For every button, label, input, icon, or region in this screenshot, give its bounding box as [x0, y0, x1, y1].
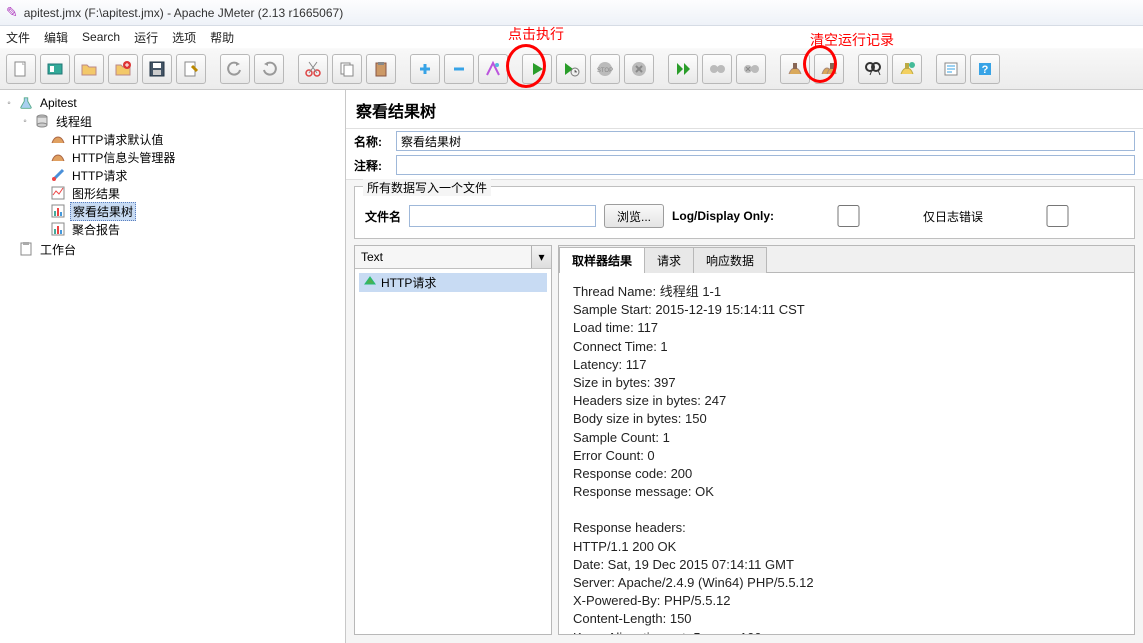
clear-button[interactable] — [780, 54, 810, 84]
stop-button[interactable]: STOP — [590, 54, 620, 84]
shutdown-button[interactable] — [624, 54, 654, 84]
close-button[interactable] — [108, 54, 138, 84]
cut-button[interactable] — [298, 54, 328, 84]
comment-label: 注释: — [354, 157, 390, 174]
tree-item[interactable]: HTTP信息头管理器 — [2, 148, 343, 166]
remote-shutdown-button[interactable] — [736, 54, 766, 84]
redo-button[interactable] — [254, 54, 284, 84]
only-errors-checkbox[interactable] — [782, 205, 915, 227]
file-label: 文件名 — [365, 208, 401, 225]
comment-input[interactable] — [396, 155, 1135, 175]
titlebar: ✎ apitest.jmx (F:\apitest.jmx) - Apache … — [0, 0, 1143, 26]
tree-label: Apitest — [38, 96, 79, 110]
start-no-timers-button[interactable] — [556, 54, 586, 84]
result-item-label: HTTP请求 — [381, 274, 436, 291]
results-tree: ▾ HTTP请求 — [354, 245, 552, 635]
item-icon — [50, 149, 66, 165]
tree-item[interactable]: HTTP请求 — [2, 166, 343, 184]
item-icon — [50, 203, 66, 219]
only-errors-label: 仅日志错误 — [923, 208, 983, 225]
toggle-button[interactable] — [478, 54, 508, 84]
spool-icon — [34, 113, 50, 129]
expand-button[interactable] — [410, 54, 440, 84]
tree-label: HTTP信息头管理器 — [70, 149, 177, 166]
search-button[interactable] — [858, 54, 888, 84]
results-detail: 取样器结果 请求 响应数据 Thread Name: 线程组 1-1Sample… — [558, 245, 1135, 635]
tab-sampler-result[interactable]: 取样器结果 — [559, 247, 645, 273]
save-button[interactable] — [142, 54, 172, 84]
tree-label: 工作台 — [38, 241, 78, 258]
file-group-title: 所有数据写入一个文件 — [363, 179, 491, 196]
undo-button[interactable] — [220, 54, 250, 84]
tree-item[interactable]: HTTP请求默认值 — [2, 130, 343, 148]
window-title: apitest.jmx (F:\apitest.jmx) - Apache JM… — [24, 6, 343, 20]
file-input[interactable] — [409, 205, 596, 227]
save-as-button[interactable] — [176, 54, 206, 84]
remote-start-button[interactable] — [668, 54, 698, 84]
tree-label: 聚合报告 — [70, 221, 122, 238]
success-icon — [363, 274, 377, 291]
app-icon: ✎ — [6, 4, 18, 21]
panel-title: 察看结果树 — [346, 90, 1143, 129]
log-display-label: Log/Display Only: — [672, 209, 774, 223]
menu-options[interactable]: 选项 — [172, 29, 196, 46]
open-button[interactable] — [74, 54, 104, 84]
tab-request[interactable]: 请求 — [644, 247, 694, 273]
name-input[interactable] — [396, 131, 1135, 151]
tree-threadgroup[interactable]: ◦ 线程组 — [2, 112, 343, 130]
function-helper-button[interactable] — [936, 54, 966, 84]
menu-edit[interactable]: 编辑 — [44, 29, 68, 46]
tree-label: 图形结果 — [70, 185, 122, 202]
toolbar: STOP ? — [0, 48, 1143, 90]
tree-workbench[interactable]: 工作台 — [2, 240, 343, 258]
item-icon — [50, 167, 66, 183]
start-button[interactable] — [522, 54, 552, 84]
tree-item[interactable]: 聚合报告 — [2, 220, 343, 238]
new-button[interactable] — [6, 54, 36, 84]
renderer-combo[interactable] — [355, 246, 531, 268]
toggle-icon[interactable]: ◦ — [4, 98, 14, 109]
menu-run[interactable]: 运行 — [134, 29, 158, 46]
tree-pane[interactable]: ◦ Apitest ◦ 线程组 HTTP请求默认值 HTTP信息头管理器 HTT… — [0, 90, 346, 643]
tree-label: 察看结果树 — [70, 202, 136, 221]
paste-button[interactable] — [366, 54, 396, 84]
help-button[interactable]: ? — [970, 54, 1000, 84]
right-pane: 察看结果树 名称: 注释: 所有数据写入一个文件 文件名 浏览... Log/D… — [346, 90, 1143, 643]
item-icon — [50, 131, 66, 147]
browse-button[interactable]: 浏览... — [604, 204, 664, 228]
tree-label: HTTP请求 — [70, 167, 129, 184]
item-icon — [50, 221, 66, 237]
clear-all-button[interactable] — [814, 54, 844, 84]
result-tabs: 取样器结果 请求 响应数据 — [559, 246, 1134, 273]
file-group: 所有数据写入一个文件 文件名 浏览... Log/Display Only: 仅… — [354, 186, 1135, 239]
result-item[interactable]: HTTP请求 — [359, 273, 547, 292]
clipboard-icon — [18, 241, 34, 257]
flask-icon — [18, 95, 34, 111]
tree-root[interactable]: ◦ Apitest — [2, 94, 343, 112]
remote-stop-button[interactable] — [702, 54, 732, 84]
svg-text:?: ? — [982, 64, 989, 76]
chevron-down-icon[interactable]: ▾ — [531, 246, 551, 268]
copy-button[interactable] — [332, 54, 362, 84]
only-success-checkbox[interactable] — [991, 205, 1124, 227]
tab-response-data[interactable]: 响应数据 — [693, 247, 767, 273]
tree-label: 线程组 — [54, 113, 94, 130]
detail-body[interactable]: Thread Name: 线程组 1-1Sample Start: 2015-1… — [559, 273, 1134, 634]
tree-item[interactable]: 图形结果 — [2, 184, 343, 202]
toggle-icon[interactable]: ◦ — [20, 116, 30, 127]
name-label: 名称: — [354, 133, 390, 150]
menu-search[interactable]: Search — [82, 30, 120, 44]
menubar: 文件 编辑 Search 运行 选项 帮助 — [0, 26, 1143, 48]
collapse-button[interactable] — [444, 54, 474, 84]
menu-help[interactable]: 帮助 — [210, 29, 234, 46]
menu-file[interactable]: 文件 — [6, 29, 30, 46]
item-icon — [50, 185, 66, 201]
templates-button[interactable] — [40, 54, 70, 84]
tree-label: HTTP请求默认值 — [70, 131, 165, 148]
reset-search-button[interactable] — [892, 54, 922, 84]
svg-text:STOP: STOP — [597, 68, 613, 74]
tree-item[interactable]: 察看结果树 — [2, 202, 343, 220]
